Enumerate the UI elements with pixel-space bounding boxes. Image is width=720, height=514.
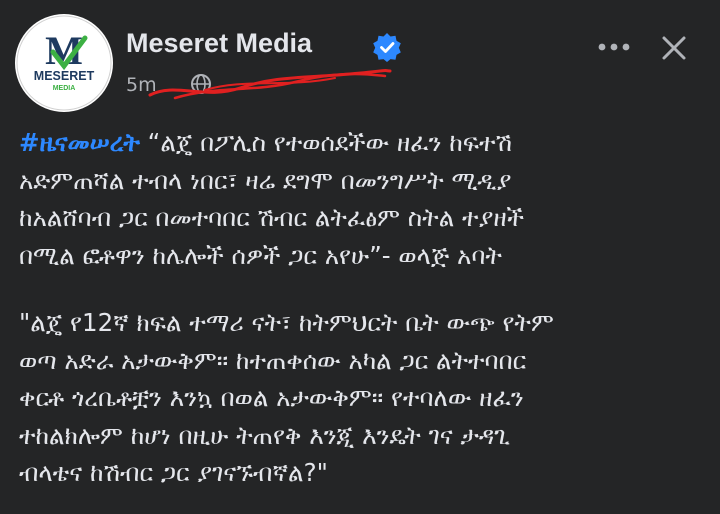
post-header: M MESERET MEDIA Meseret Media 5m (0, 0, 720, 112)
verified-badge-icon (373, 33, 401, 62)
meseret-logo: M MESERET MEDIA (16, 15, 112, 111)
close-icon[interactable] (659, 33, 689, 63)
more-options-icon[interactable] (595, 35, 633, 59)
red-scribble-annotation (148, 68, 392, 100)
post-body: #ዜናመሠረት “ልጄ በፖሊስ የተወሰደችው ዘፈን ከፍተሽ አድምጠሻል… (19, 124, 709, 492)
page-name-link[interactable]: Meseret Media (126, 28, 312, 59)
page-avatar[interactable]: M MESERET MEDIA (15, 14, 113, 112)
hashtag-link[interactable]: #ዜናመሠረት (19, 128, 140, 157)
post-paragraph-1: #ዜናመሠረት “ልጄ በፖሊስ የተወሰደችው ዘፈን ከፍተሽ አድምጠሻል… (19, 124, 709, 274)
logo-brand-text: MESERET (34, 69, 95, 83)
post-paragraph-2: "ልጄ የ12ኛ ክፍል ተማሪ ናት፣ ከትምህርት ቤት ውጭ የትም ወጣ… (19, 308, 554, 487)
logo-tagline-text: MEDIA (53, 85, 76, 92)
